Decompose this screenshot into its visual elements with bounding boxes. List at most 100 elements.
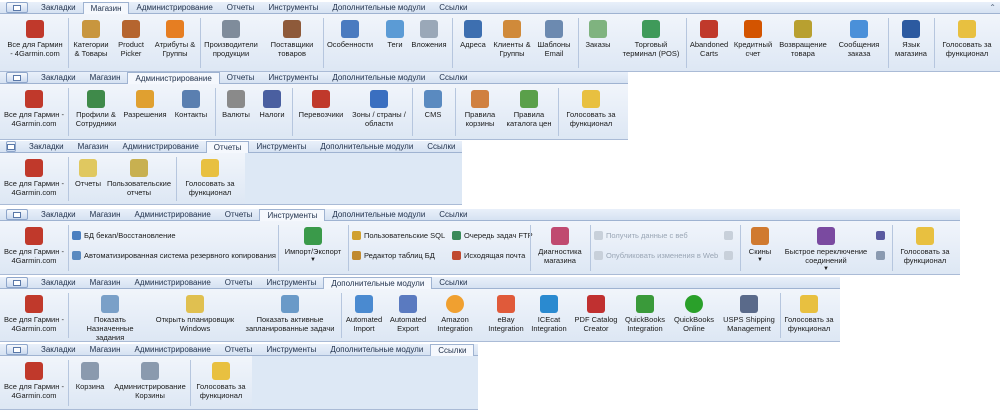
tab-shop[interactable]: Магазин xyxy=(82,2,130,14)
pdf-catalog-button[interactable]: PDF Catalog Creator xyxy=(570,295,622,333)
tab-reports[interactable]: Отчеты xyxy=(220,2,262,13)
tab-shop[interactable]: Магазин xyxy=(71,141,116,152)
ebay-integration-button[interactable]: eBay Integration xyxy=(482,295,530,333)
carriers-button[interactable]: Перевозчики xyxy=(295,90,347,119)
tab-modules[interactable]: Дополнительные модули xyxy=(325,209,432,220)
tab-links[interactable]: Ссылки xyxy=(432,72,474,83)
tab-tools[interactable]: Инструменты xyxy=(259,344,323,355)
tab-bookmarks[interactable]: Закладки xyxy=(34,209,83,220)
orders-button[interactable]: Заказы xyxy=(582,20,614,49)
reports-button[interactable]: Отчеты xyxy=(72,159,104,188)
store-button[interactable]: Все для Гармин - 4Garmin.com xyxy=(4,362,64,400)
app-menu-button[interactable] xyxy=(6,141,16,152)
tab-shop[interactable]: Магазин xyxy=(83,72,128,83)
auto-backup-button[interactable]: Автоматизированная система резервного ко… xyxy=(72,251,276,260)
cart-link-button[interactable]: Корзина xyxy=(72,362,108,391)
tab-tools[interactable]: Инструменты xyxy=(259,277,323,288)
attributes-groups-button[interactable]: Атрибуты & Группы xyxy=(152,20,198,58)
app-menu-button[interactable] xyxy=(6,72,28,83)
tab-tools[interactable]: Инструменты xyxy=(249,141,313,152)
tab-links[interactable]: Ссылки xyxy=(432,277,474,288)
vote-feature-button[interactable]: Голосовать за функционал xyxy=(894,227,956,265)
ftp-queue-button[interactable]: Очередь задач FTP xyxy=(452,231,533,240)
cart-admin-link-button[interactable]: Администрирование Корзины xyxy=(112,362,188,400)
db-table-editor-button[interactable]: Редактор таблиц БД xyxy=(352,251,435,260)
pos-button[interactable]: Торговый терминал (POS) xyxy=(618,20,684,58)
tab-shop[interactable]: Магазин xyxy=(83,209,128,220)
custom-reports-button[interactable]: Пользовательские отчеты xyxy=(106,159,172,197)
automated-export-button[interactable]: Automated Export xyxy=(388,295,428,333)
scheduled-tasks-button[interactable]: Показать Назначенные задания xyxy=(72,295,148,342)
tab-tools[interactable]: Инструменты xyxy=(261,72,325,83)
tab-bookmarks[interactable]: Закладки xyxy=(34,2,83,13)
wizard-button[interactable] xyxy=(876,231,888,240)
quick-connection-switch-button[interactable]: Быстрое переключение соединений ▼ xyxy=(780,227,872,274)
tab-admin[interactable]: Администрирование xyxy=(127,344,217,355)
tab-admin[interactable]: Администрирование xyxy=(115,141,205,152)
attachments-button[interactable]: Вложения xyxy=(410,20,448,49)
taxes-button[interactable]: Налоги xyxy=(256,90,288,119)
outgoing-mail-button[interactable]: Исходящая почта xyxy=(452,251,525,260)
profiles-staff-button[interactable]: Профили & Сотрудники xyxy=(72,90,120,128)
tab-modules[interactable]: Дополнительные модули xyxy=(323,344,430,355)
store-button[interactable]: Все для Гармин - 4Garmin.com xyxy=(4,159,64,197)
tab-bookmarks[interactable]: Закладки xyxy=(34,72,83,83)
vote-feature-button[interactable]: Голосовать за функционал xyxy=(780,295,838,333)
tab-shop[interactable]: Магазин xyxy=(83,277,128,288)
tab-links[interactable]: Ссылки xyxy=(432,2,474,13)
tab-tools[interactable]: Инструменты xyxy=(261,2,325,13)
usps-shipping-button[interactable]: USPS Shipping Management xyxy=(720,295,778,333)
app-menu-button[interactable] xyxy=(6,277,28,288)
tab-reports[interactable]: Отчеты xyxy=(218,209,260,220)
customers-groups-button[interactable]: Клиенты & Группы xyxy=(492,20,532,58)
store-button[interactable]: Все для Гармин - 4Garmin.com xyxy=(4,295,64,333)
order-messages-button[interactable]: Сообщения заказа xyxy=(833,20,885,58)
tab-reports[interactable]: Отчеты xyxy=(218,344,260,355)
features-button[interactable]: Особенности xyxy=(326,20,374,49)
store-diagnostics-button[interactable]: Диагностика магазина xyxy=(534,227,586,265)
tab-admin[interactable]: Администрирование xyxy=(127,209,217,220)
tab-admin[interactable]: Администрирование xyxy=(127,72,220,84)
addresses-button[interactable]: Адреса xyxy=(456,20,490,49)
tab-modules[interactable]: Дополнительные модули xyxy=(325,72,432,83)
tab-bookmarks[interactable]: Закладки xyxy=(34,344,83,355)
tab-tools[interactable]: Инструменты xyxy=(259,209,326,221)
vote-feature-button[interactable]: Голосовать за функционал xyxy=(936,20,998,58)
tab-bookmarks[interactable]: Закладки xyxy=(34,277,83,288)
app-menu-button[interactable] xyxy=(6,2,28,13)
store-language-button[interactable]: Язык магазина xyxy=(890,20,932,58)
tags-button[interactable]: Теги xyxy=(380,20,410,49)
store-button[interactable]: Все для Гармин - 4Garmin.com xyxy=(4,227,64,265)
vote-feature-button[interactable]: Голосовать за функционал xyxy=(180,159,240,197)
windows-scheduler-button[interactable]: Открыть планировщик Windows xyxy=(152,295,238,333)
store-button[interactable]: Все для Гармин - 4Garmin.com xyxy=(4,20,66,58)
tab-shop[interactable]: Магазин xyxy=(83,344,128,355)
app-menu-button[interactable] xyxy=(6,344,28,355)
expand-icon[interactable]: ⌃ xyxy=(989,3,996,12)
fetch-web-data-button[interactable]: Получить данные с веб xyxy=(594,231,688,240)
tool-icon-button[interactable] xyxy=(724,251,736,260)
permissions-button[interactable]: Разрешения xyxy=(122,90,168,119)
tab-admin[interactable]: Администрирование xyxy=(127,277,217,288)
zones-button[interactable]: Зоны / страны / области xyxy=(351,90,407,128)
tab-links[interactable]: Ссылки xyxy=(420,141,462,152)
tab-links[interactable]: Ссылки xyxy=(432,209,474,220)
custom-sql-button[interactable]: Пользовательские SQL xyxy=(352,231,445,240)
publish-web-button[interactable]: Опубликовать изменения в Web xyxy=(594,251,718,260)
tab-links[interactable]: Ссылки xyxy=(430,344,475,356)
tab-modules[interactable]: Дополнительные модули xyxy=(313,141,420,152)
abandoned-carts-button[interactable]: Abandoned Carts xyxy=(688,20,730,58)
currencies-button[interactable]: Валюты xyxy=(218,90,254,119)
clipboard-button[interactable] xyxy=(876,251,888,260)
tab-modules[interactable]: Дополнительные модули xyxy=(325,2,432,13)
contacts-button[interactable]: Контакты xyxy=(172,90,210,119)
cms-button[interactable]: CMS xyxy=(416,90,450,119)
vote-feature-button[interactable]: Голосовать за функционал xyxy=(192,362,250,400)
tab-reports[interactable]: Отчеты xyxy=(218,277,260,288)
vote-feature-button[interactable]: Голосовать за функционал xyxy=(560,90,622,128)
tab-reports[interactable]: Отчеты xyxy=(220,72,262,83)
suppliers-button[interactable]: Поставщики товаров xyxy=(264,20,320,58)
product-returns-button[interactable]: Возвращение товара xyxy=(777,20,829,58)
manufacturers-button[interactable]: Производители продукции xyxy=(203,20,259,58)
credit-account-button[interactable]: Кредитный счет xyxy=(733,20,773,58)
